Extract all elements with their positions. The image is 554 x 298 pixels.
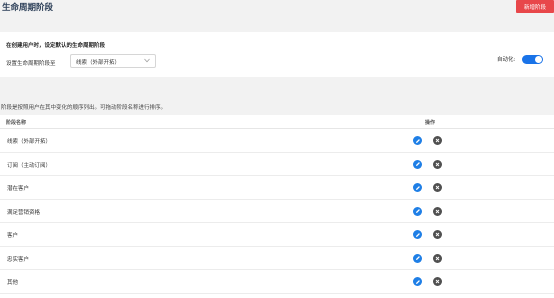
- selected-stage-value: 线索（外部开拓）: [76, 60, 121, 66]
- close-icon[interactable]: [433, 277, 442, 286]
- table-row[interactable]: 线索（外部开拓）: [0, 129, 554, 153]
- new-stage-button[interactable]: 新增阶段: [516, 0, 554, 13]
- pencil-icon[interactable]: [413, 253, 422, 263]
- stage-name: 线索（外部开拓）: [7, 139, 52, 145]
- pencil-icon[interactable]: [413, 159, 422, 169]
- close-icon[interactable]: [433, 230, 442, 239]
- default-stage-select[interactable]: 线索（外部开拓）: [70, 54, 156, 68]
- pencil-icon[interactable]: [413, 230, 422, 239]
- stage-name: 其他: [7, 280, 19, 286]
- column-header-ops: 操作: [425, 120, 436, 126]
- close-icon[interactable]: [433, 206, 442, 216]
- stage-table: 阶段名称 操作 线索（外部开拓） 订阅（主动订阅） 潜在客户满足营销资格 客户忠实客户…: [0, 115, 554, 298]
- stage-name: 客户: [7, 233, 19, 239]
- table-row[interactable]: 潜在客户: [0, 176, 554, 200]
- stage-name: 潜在客户: [7, 186, 30, 192]
- close-icon[interactable]: [433, 183, 442, 192]
- table-row[interactable]: 订阅（主动订阅）: [0, 153, 554, 176]
- close-icon[interactable]: [433, 159, 442, 169]
- stage-order-description: 阶段是按照用户在其中变化的顺序列出。可拖动阶段名称进行排序。: [1, 105, 167, 111]
- stage-name: 满足营销资格: [7, 209, 41, 216]
- table-row[interactable]: 满足营销资格: [0, 200, 554, 223]
- stage-name: 订阅（主动订阅）: [7, 162, 52, 169]
- pencil-icon[interactable]: [413, 136, 422, 145]
- panel-title: 在创建用户时，设定默认的生命周期阶段: [6, 43, 106, 49]
- chevron-down-icon: [144, 58, 150, 65]
- default-stage-label: 设置生命周期阶段至: [6, 61, 56, 67]
- close-icon[interactable]: [433, 253, 442, 263]
- table-row[interactable]: 客户: [0, 223, 554, 247]
- page-title: 生命周期阶段: [2, 3, 54, 13]
- table-row[interactable]: 忠实客户: [0, 247, 554, 270]
- automation-toggle[interactable]: [522, 55, 543, 64]
- pencil-icon[interactable]: [413, 277, 422, 286]
- pencil-icon[interactable]: [413, 183, 422, 192]
- page-header: 生命周期阶段 新增阶段: [0, 0, 554, 14]
- table-row[interactable]: 其他: [0, 270, 554, 294]
- table-header: 阶段名称 操作: [0, 115, 554, 129]
- default-stage-panel: 在创建用户时，设定默认的生命周期阶段 设置生命周期阶段至 线索（外部开拓） 自动…: [0, 32, 554, 77]
- pencil-icon[interactable]: [413, 206, 422, 216]
- toggle-knob: [535, 56, 542, 63]
- table-body: 线索（外部开拓） 订阅（主动订阅） 潜在客户满足营销资格 客户忠实客户其他: [0, 129, 554, 294]
- column-header-name: 阶段名称: [6, 120, 27, 126]
- automation-label: 自动化:: [497, 57, 516, 63]
- stage-name: 忠实客户: [7, 256, 30, 263]
- close-icon[interactable]: [433, 136, 442, 145]
